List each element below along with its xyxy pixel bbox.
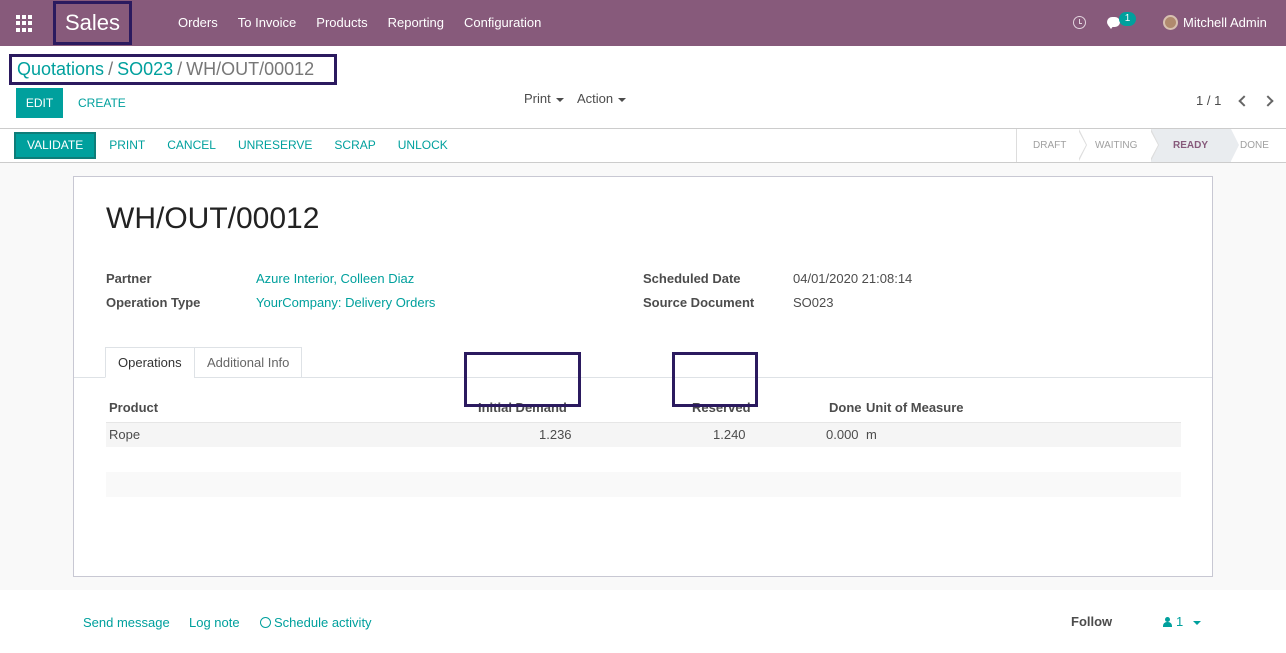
scheduled-date-label: Scheduled Date: [643, 271, 741, 286]
chevron-right-icon[interactable]: [1262, 95, 1274, 107]
menu-item-reporting[interactable]: Reporting: [378, 0, 454, 46]
partner-label: Partner: [106, 271, 152, 286]
tab-operations[interactable]: Operations: [105, 347, 195, 378]
column-header-product[interactable]: Product: [109, 400, 158, 415]
clock-icon: [260, 617, 271, 628]
cell-unit-of-measure: m: [866, 427, 877, 442]
cell-product: Rope: [109, 427, 141, 442]
stage-waiting-label: WAITING: [1095, 140, 1138, 151]
statusbar: VALIDATE PRINT CANCEL UNRESERVE SCRAP UN…: [0, 128, 1286, 163]
breadcrumb-current: WH/OUT/00012: [186, 59, 315, 79]
breadcrumb: Quotations / SO023/WH/OUT/00012: [9, 54, 337, 85]
chatter: Send message Log note Schedule activity …: [0, 590, 1286, 653]
user-icon: [1163, 617, 1172, 627]
log-note-link[interactable]: Log note: [189, 615, 240, 630]
stage-done-label: DONE: [1240, 140, 1269, 151]
unlock-button[interactable]: UNLOCK: [387, 132, 459, 159]
form-sheet: WH/OUT/00012 Partner Azure Interior, Col…: [73, 176, 1213, 577]
status-stages: DRAFT WAITING READY DONE: [1016, 129, 1285, 162]
notebook-tabs: Operations Additional Info: [74, 347, 1212, 378]
activity-clock-icon[interactable]: [1073, 16, 1086, 29]
unreserve-button[interactable]: UNRESERVE: [227, 132, 323, 159]
cell-reserved: 1.240: [713, 427, 746, 442]
followers-dropdown[interactable]: 1: [1163, 614, 1202, 629]
record-title: WH/OUT/00012: [106, 202, 320, 235]
partner-value[interactable]: Azure Interior, Colleen Diaz: [256, 271, 414, 286]
menu-item-orders[interactable]: Orders: [168, 0, 228, 46]
action-dropdown-label: Action: [577, 91, 614, 106]
tab-additional-info[interactable]: Additional Info: [194, 347, 303, 378]
breadcrumb-quotations[interactable]: Quotations: [17, 59, 104, 79]
stage-ready: READY: [1151, 129, 1239, 162]
breadcrumb-separator: /: [177, 59, 183, 79]
edit-button[interactable]: EDIT: [16, 88, 63, 118]
operation-type-label: Operation Type: [106, 295, 201, 310]
caret-down-icon: [618, 97, 627, 102]
send-message-link[interactable]: Send message: [83, 615, 170, 630]
create-button[interactable]: CREATE: [70, 88, 134, 118]
initial-demand-highlight: [464, 352, 581, 407]
messages-count-badge: 1: [1119, 12, 1136, 26]
caret-down-icon: [1193, 620, 1202, 625]
user-avatar[interactable]: [1163, 15, 1178, 30]
validate-button[interactable]: VALIDATE: [14, 132, 97, 159]
followers-count: 1: [1176, 614, 1184, 629]
apps-grid-icon[interactable]: [16, 15, 33, 32]
source-document-label: Source Document: [643, 295, 755, 310]
schedule-activity-label: Schedule activity: [274, 615, 372, 630]
caret-down-icon: [555, 97, 564, 102]
main-menu: Orders To Invoice Products Reporting Con…: [168, 0, 551, 46]
statusbar-buttons: VALIDATE PRINT CANCEL UNRESERVE SCRAP UN…: [14, 132, 459, 159]
follow-button[interactable]: Follow: [1071, 614, 1112, 629]
print-button[interactable]: PRINT: [98, 132, 156, 159]
breadcrumb-sales-order[interactable]: SO023: [117, 59, 173, 79]
table-row[interactable]: Rope 1.236 1.240 0.000 m: [106, 422, 1181, 447]
source-document-value: SO023: [793, 295, 834, 310]
stage-draft: DRAFT: [1016, 129, 1087, 162]
menu-item-configuration[interactable]: Configuration: [454, 0, 551, 46]
app-name[interactable]: Sales: [53, 1, 132, 45]
cancel-button[interactable]: CANCEL: [156, 132, 227, 159]
breadcrumb-separator: /: [108, 59, 114, 79]
column-header-unit-of-measure[interactable]: Unit of Measure: [866, 400, 964, 415]
scrap-button[interactable]: SCRAP: [323, 132, 386, 159]
scheduled-date-value: 04/01/2020 21:08:14: [793, 271, 913, 286]
empty-table-row: [106, 472, 1181, 497]
column-header-done[interactable]: Done: [829, 400, 862, 415]
action-dropdown[interactable]: Action: [577, 88, 627, 110]
stage-draft-label: DRAFT: [1033, 140, 1067, 151]
cell-initial-demand: 1.236: [539, 427, 572, 442]
print-dropdown-label: Print: [524, 91, 551, 106]
pager-value[interactable]: 1 / 1: [1196, 93, 1221, 108]
reserved-highlight: [672, 352, 758, 407]
stage-ready-label: READY: [1173, 140, 1209, 151]
stage-waiting: WAITING: [1079, 129, 1159, 162]
cell-done: 0.000: [826, 427, 859, 442]
top-navbar: Sales Orders To Invoice Products Reporti…: [0, 0, 1286, 46]
menu-item-to-invoice[interactable]: To Invoice: [228, 0, 307, 46]
chevron-left-icon[interactable]: [1238, 95, 1250, 107]
stage-done: DONE: [1231, 129, 1285, 162]
schedule-activity-link[interactable]: Schedule activity: [260, 615, 372, 630]
menu-item-products[interactable]: Products: [306, 0, 377, 46]
user-menu-name[interactable]: Mitchell Admin: [1183, 0, 1267, 46]
operation-type-value[interactable]: YourCompany: Delivery Orders: [256, 295, 435, 310]
print-dropdown[interactable]: Print: [524, 88, 564, 110]
